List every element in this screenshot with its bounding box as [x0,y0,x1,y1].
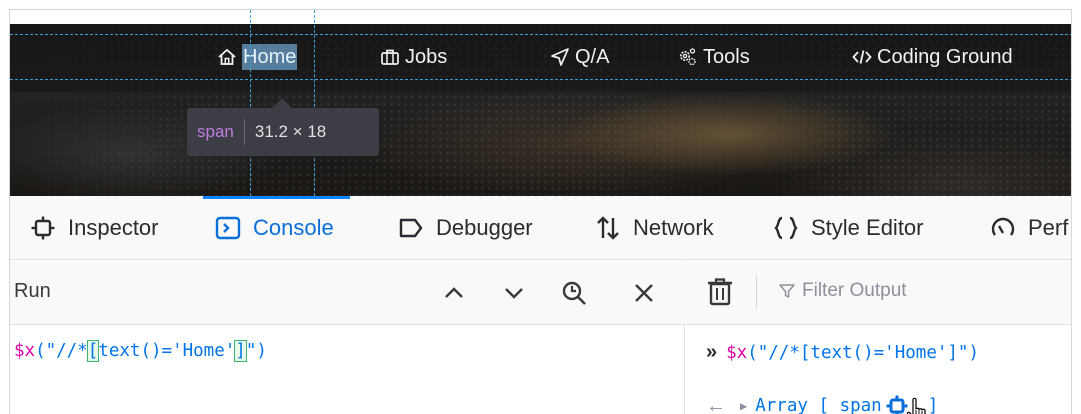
network-arrows-icon [597,216,619,240]
nav-home[interactable]: Home [217,44,298,70]
highlight-guide-top [10,34,1071,35]
nav-coding-label: Coding Ground [877,46,1013,68]
tab-network-label: Network [633,215,714,240]
tab-performance[interactable]: Perf [990,196,1068,260]
briefcase-icon [381,49,399,65]
tab-performance-label: Perf [1028,215,1069,240]
send-arrow-icon [551,48,569,66]
code-predicate: text()='Home' [98,341,236,361]
tab-console-label: Console [253,215,334,240]
gauge-icon [991,217,1015,236]
tab-inspector-label: Inspector [68,215,159,240]
page-top-band [10,10,1071,24]
result-arrow-icon: ← [706,394,726,414]
echo-function: $x [726,342,748,363]
close-icon[interactable] [630,279,658,307]
echo-args: ("//*[text()='Home']") [747,342,979,363]
code-post: ") [245,341,267,361]
element-infobar: span 31.2 × 18 [187,108,379,156]
nav-jobs-label: Jobs [405,46,448,68]
console-echo-line: » $x ("//*[text()='Home']") [706,341,979,364]
console-result-line: ← ▶ Array [ span ] [706,387,938,414]
home-icon [218,48,236,65]
history-search-icon[interactable] [560,279,588,307]
chevron-up-icon[interactable] [440,279,468,307]
filter-output-input[interactable]: Filter Output [778,280,907,302]
hand-cursor-icon [906,397,926,414]
result-close-bracket: ] [927,396,939,414]
nav-qa-label: Q/A [575,46,610,68]
nav-coding-ground[interactable]: Coding Ground [852,44,1013,70]
console-panel: Run $x("//*[text()='Home']") Filter Outp… [10,261,1071,414]
tab-style-editor[interactable]: Style Editor [773,196,924,260]
devtools-toolbar: Inspector Console Debugger Network Style… [10,196,1071,260]
infobar-dimensions: 31.2 × 18 [254,122,327,141]
highlight-guide-right [314,10,315,196]
debugger-icon [399,218,423,238]
nav-qa[interactable]: Q/A [550,44,609,70]
highlight-guide-left [250,10,251,196]
chevron-down-icon[interactable] [500,279,528,307]
highlight-guide-bottom [10,79,1071,80]
result-open-bracket: [ [818,396,830,414]
tab-style-editor-label: Style Editor [811,215,924,240]
screenshot-frame: Home Jobs Q/A Tools Coding Ground span 3… [9,9,1072,414]
gears-icon [680,48,696,66]
expand-triangle-icon[interactable]: ▶ [740,399,747,413]
toolbar-divider [756,275,757,309]
filter-funnel-icon [779,284,795,298]
console-output: Filter Output » $x ("//*[text()='Home']")… [686,261,1071,414]
braces-icon [774,216,798,240]
infobar-tag: span [197,122,234,141]
nav-tools[interactable]: Tools [678,44,750,70]
console-editor: Run $x("//*[text()='Home']") [10,261,685,414]
tab-debugger-label: Debugger [436,215,533,240]
nav-jobs[interactable]: Jobs [380,44,447,70]
tab-inspector[interactable]: Inspector [30,196,159,260]
result-type[interactable]: Array [755,396,808,414]
code-icon [852,50,872,64]
result-node-span[interactable]: span [840,396,882,414]
console-input[interactable]: $x("//*[text()='Home']") [14,340,267,362]
output-toolbar: Filter Output [686,261,1071,325]
code-pre: ("//* [35,341,88,361]
editor-toolbar: Run [10,261,685,325]
tab-debugger[interactable]: Debugger [398,196,533,260]
select-node-icon[interactable] [886,395,908,414]
infobar-separator [243,119,245,145]
run-button[interactable]: Run [14,280,51,303]
nav-tools-label: Tools [703,46,750,68]
website-preview: Home Jobs Q/A Tools Coding Ground span 3… [10,10,1071,196]
code-open-bracket: [ [86,340,100,362]
filter-placeholder: Filter Output [802,280,907,301]
code-function: $x [14,341,36,361]
console-icon [215,216,241,240]
tab-console[interactable]: Console [203,196,350,260]
inspector-icon [31,216,55,240]
tab-network[interactable]: Network [595,196,714,260]
code-close-bracket: ] [234,340,247,362]
trash-icon[interactable] [706,277,734,307]
echo-prompt-icon: » [706,341,717,363]
